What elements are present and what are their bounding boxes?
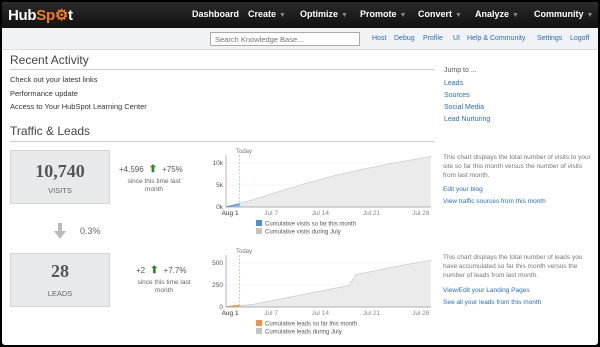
series-previous-area: [226, 260, 431, 307]
visits-chart-description: This chart displays the total number of …: [443, 154, 591, 179]
logo-text-end: t: [68, 7, 73, 24]
help-community-link[interactable]: Help & Community: [467, 35, 525, 42]
activity-item[interactable]: Check out your latest links: [10, 75, 98, 84]
conversion-rate: 0.3%: [80, 226, 101, 236]
chevron-down-icon: ▼: [279, 12, 286, 19]
x-tick-label: Aug 1: [222, 210, 239, 217]
leads-chart: Today0250500Aug 1 Jul 7 Jul 14 Jul 21 Jul 28…: [212, 249, 432, 336]
legend-label: Cumulative visits so far this month: [265, 222, 356, 228]
x-tick-label: Jul 14: [312, 210, 330, 217]
edit-blog-link[interactable]: Edit your blog: [443, 186, 483, 193]
top-navigation-bar: HubSp⚙t Dashboard Create ▼ Optimize ▼ Prom…: [2, 2, 598, 28]
leads-delta: +2 ⬆ +7.7%: [136, 265, 186, 276]
profile-link[interactable]: Profile: [423, 35, 443, 42]
y-tick-label: 250: [212, 282, 223, 289]
divider: [10, 69, 434, 70]
nav-dashboard[interactable]: Dashboard: [192, 9, 239, 19]
legend-label: Cumulative leads so far this month: [265, 322, 357, 328]
leads-since-note: since this time last month: [137, 279, 191, 294]
activity-item[interactable]: Performance update: [10, 89, 78, 98]
nav-optimize[interactable]: Optimize ▼: [300, 9, 348, 19]
visits-since-note: since this time last month: [127, 178, 181, 193]
nav-convert[interactable]: Convert ▼: [418, 9, 462, 19]
today-label: Today: [236, 249, 252, 255]
debug-link[interactable]: Debug: [394, 35, 415, 42]
jump-sources-link[interactable]: Sources: [444, 92, 470, 99]
x-tick-label: Jul 7: [264, 210, 278, 217]
legend-label: Cumulative leads during July: [265, 330, 342, 336]
x-tick-label: Jul 28: [412, 210, 430, 217]
hubspot-logo[interactable]: HubSp⚙t: [8, 6, 73, 24]
series-previous-area: [226, 156, 431, 207]
divider: [10, 141, 434, 142]
chevron-down-icon: ▼: [586, 12, 594, 19]
nav-promote[interactable]: Promote ▼: [360, 9, 406, 19]
chevron-down-icon: ▼: [399, 12, 407, 19]
x-tick-label: Jul 21: [363, 210, 381, 217]
y-tick-label: 5k: [216, 182, 224, 189]
leads-delta-percent: +7.7%: [163, 266, 187, 275]
nav-analyze[interactable]: Analyze ▼: [475, 9, 519, 19]
up-arrow-icon: ⬆: [145, 164, 160, 175]
x-tick-label: Jul 28: [412, 310, 430, 317]
app-window: HubSp⚙t Dashboard Create ▼ Optimize ▼ Prom…: [2, 2, 598, 345]
traffic-sources-link[interactable]: View traffic sources from this month: [443, 198, 546, 205]
x-tick-label: Aug 1: [222, 310, 239, 317]
all-leads-link[interactable]: See all your leads from this month: [443, 299, 541, 306]
logo-text-accent: Sp: [36, 7, 55, 24]
legend-swatch: [256, 228, 262, 234]
leads-chart-description: This chart displays the total number of …: [443, 254, 583, 279]
settings-link[interactable]: Settings: [537, 35, 562, 42]
chevron-down-icon: ▼: [512, 12, 519, 19]
leads-stat-box: 28 LEADS: [10, 253, 110, 307]
arrow-down-icon: [54, 223, 66, 239]
landing-pages-link[interactable]: View/Edit your Landing Pages: [443, 287, 530, 294]
nav-create[interactable]: Create ▼: [248, 9, 286, 19]
leads-delta-value: +2: [136, 266, 146, 275]
chevron-down-icon: ▼: [341, 12, 348, 19]
utility-bar: Host Debug Profile UI Help & Community S…: [2, 28, 598, 50]
visits-label: VISITS: [48, 186, 72, 195]
ui-link[interactable]: UI: [453, 35, 460, 42]
up-arrow-icon: ⬆: [147, 265, 162, 276]
recent-activity-heading: Recent Activity: [10, 53, 89, 67]
x-tick-label: Jul 21: [363, 310, 381, 317]
logoff-link[interactable]: Logoff: [570, 35, 589, 42]
y-tick-label: 10k: [213, 160, 224, 167]
sprocket-icon: ⚙: [54, 7, 68, 24]
jump-lead-nurturing-link[interactable]: Lead Nurturing: [444, 116, 490, 123]
legend-swatch: [256, 220, 262, 226]
legend-swatch: [256, 320, 262, 326]
leads-label: LEADS: [47, 289, 73, 298]
legend-swatch: [256, 328, 262, 334]
logo-text: Hub: [8, 7, 37, 24]
host-link[interactable]: Host: [372, 35, 386, 42]
visits-stat-box: 10,740 VISITS: [10, 150, 110, 204]
visits-delta: +4,596 ⬆ +75%: [119, 164, 183, 175]
activity-item[interactable]: Access to Your HubSpot Learning Center: [10, 102, 147, 111]
visits-chart: Today0k5k10kAug 1 Jul 7 Jul 14 Jul 21 Jul 28…: [213, 149, 432, 236]
jump-social-media-link[interactable]: Social Media: [444, 104, 484, 111]
chevron-down-icon: ▼: [455, 12, 462, 19]
visits-delta-value: +4,596: [119, 165, 144, 174]
visits-delta-percent: +75%: [162, 165, 183, 174]
search-input[interactable]: [210, 32, 360, 46]
x-tick-label: Jul 14: [312, 310, 330, 317]
x-tick-label: Jul 7: [264, 310, 278, 317]
leads-count: 28: [51, 261, 69, 281]
today-label: Today: [236, 149, 252, 155]
traffic-leads-heading: Traffic & Leads: [10, 124, 91, 138]
y-tick-label: 500: [212, 260, 223, 267]
nav-community[interactable]: Community ▼: [534, 9, 593, 19]
visits-count: 10,740: [35, 161, 85, 181]
jump-to-label: Jump to ...: [444, 67, 477, 74]
legend-label: Cumulative visits during July: [265, 230, 341, 236]
jump-leads-link[interactable]: Leads: [444, 80, 463, 87]
